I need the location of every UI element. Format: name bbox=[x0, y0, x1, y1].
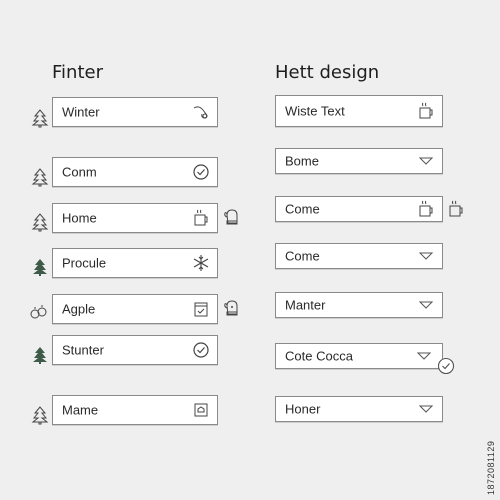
field-label: Bome bbox=[285, 153, 319, 169]
text-field-mame[interactable]: Mame bbox=[52, 395, 218, 425]
mitten-icon bbox=[222, 207, 242, 227]
field-label: Cote Cocca bbox=[285, 348, 353, 364]
check-circle-icon[interactable] bbox=[191, 340, 211, 360]
tree-filled-icon bbox=[30, 257, 50, 277]
tree-filled-icon bbox=[30, 345, 50, 365]
text-field-stunter[interactable]: Stunter bbox=[52, 335, 218, 365]
dropdown-triangle-icon[interactable] bbox=[416, 246, 436, 266]
field-label: Come bbox=[285, 201, 320, 217]
field-label: Manter bbox=[285, 297, 326, 313]
dropdown-honer[interactable]: Honer bbox=[275, 396, 443, 422]
calendar-check-icon[interactable] bbox=[191, 299, 211, 319]
check-circle-icon[interactable] bbox=[191, 162, 211, 182]
field-label: Home bbox=[62, 210, 97, 226]
tree-outline-icon bbox=[30, 167, 50, 187]
tree-outline-icon bbox=[30, 405, 50, 425]
field-label: Agple bbox=[62, 301, 96, 317]
dropdown-manter[interactable]: Manter bbox=[275, 292, 443, 318]
text-field-wiste-text[interactable]: Wiste Text bbox=[275, 95, 443, 127]
right-panel-title: Hett design bbox=[275, 62, 380, 83]
text-field-come[interactable]: Come bbox=[275, 196, 443, 222]
text-field-home[interactable]: Home bbox=[52, 203, 218, 233]
dropdown-bome[interactable]: Bome bbox=[275, 148, 443, 174]
dropdown-triangle-icon[interactable] bbox=[416, 151, 436, 171]
horn-icon[interactable] bbox=[191, 102, 211, 122]
home-box-icon[interactable] bbox=[191, 400, 211, 420]
dropdown-cote-cocca[interactable]: Cote Cocca bbox=[275, 343, 443, 369]
field-label: Procule bbox=[62, 255, 107, 271]
left-panel-title: Finter bbox=[52, 62, 103, 83]
dropdown-come[interactable]: Come bbox=[275, 243, 443, 269]
field-label: Winter bbox=[62, 104, 100, 120]
tree-outline-icon bbox=[30, 108, 50, 128]
field-label: Come bbox=[285, 248, 320, 264]
mug-icon bbox=[446, 199, 466, 219]
dropdown-triangle-icon[interactable] bbox=[416, 399, 436, 419]
field-label: Mame bbox=[62, 402, 99, 418]
field-label: Stunter bbox=[62, 342, 104, 358]
tree-outline-icon bbox=[30, 212, 50, 232]
check-circle-icon bbox=[437, 357, 455, 375]
mug-icon[interactable] bbox=[416, 101, 436, 121]
dropdown-triangle-icon[interactable] bbox=[414, 346, 434, 366]
text-field-agple[interactable]: Agple bbox=[52, 294, 218, 324]
field-label: Conm bbox=[62, 164, 97, 180]
field-label: Honer bbox=[285, 401, 321, 417]
text-field-winter[interactable]: Winter bbox=[52, 97, 218, 127]
mitten-icon bbox=[222, 298, 242, 318]
text-field-procule[interactable]: Procule bbox=[52, 248, 218, 278]
watermark-id: 1872081129 bbox=[486, 440, 496, 495]
ornaments-icon bbox=[28, 303, 48, 323]
mug-icon[interactable] bbox=[191, 208, 211, 228]
mug-icon[interactable] bbox=[416, 199, 436, 219]
dropdown-triangle-icon[interactable] bbox=[416, 295, 436, 315]
field-label: Wiste Text bbox=[285, 103, 345, 119]
snowflake-icon[interactable] bbox=[191, 253, 211, 273]
text-field-conm[interactable]: Conm bbox=[52, 157, 218, 187]
